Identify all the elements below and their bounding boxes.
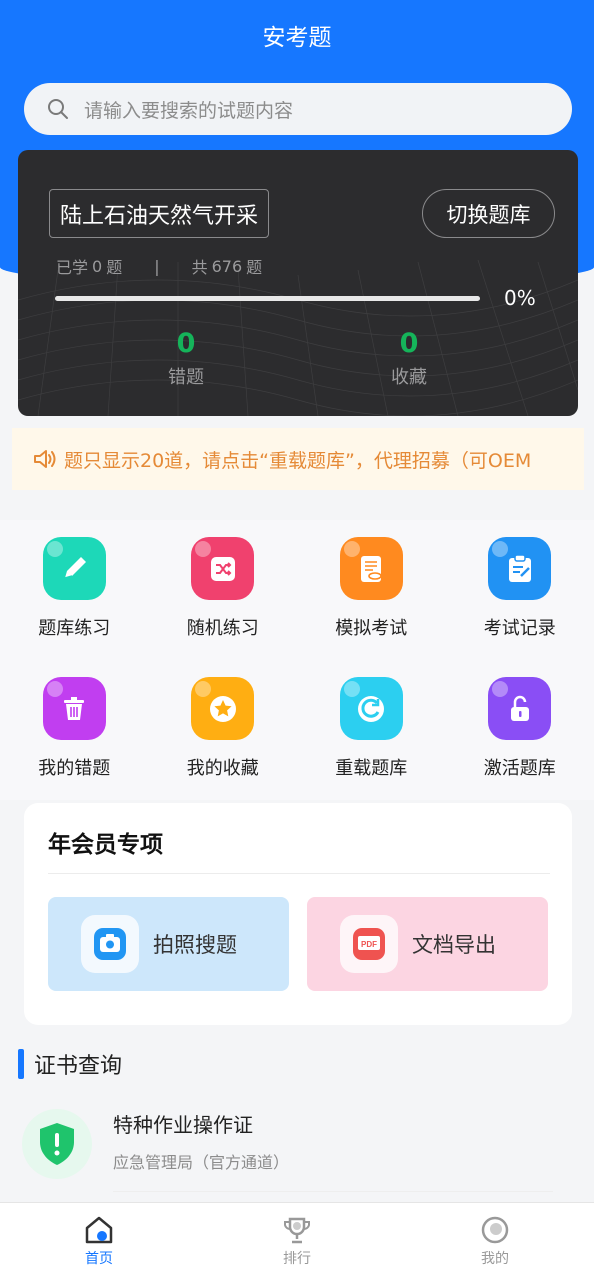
section-accent-bar bbox=[18, 1049, 24, 1079]
photo-search-label: 拍照搜题 bbox=[153, 933, 237, 957]
exam-paper-icon bbox=[339, 537, 403, 600]
current-bank-name: 陆上石油天然气开采 bbox=[49, 189, 270, 238]
total-prefix: 共 bbox=[191, 258, 208, 277]
feature-grid-row-1: 题库练习 随机练习 模拟考试 考试记录 bbox=[0, 520, 594, 660]
feature-activate-bank[interactable]: 激活题库 bbox=[446, 660, 594, 800]
app-title: 安考题 bbox=[262, 25, 332, 51]
bottom-tab-bar: 首页 排行 我的 bbox=[0, 1202, 594, 1280]
cert-item-name: 特种作业操作证 bbox=[113, 1113, 253, 1137]
feature-grid-row-2: 我的错题 我的收藏 重载题库 激活题库 bbox=[0, 660, 594, 800]
feature-label: 随机练习 bbox=[186, 618, 259, 639]
feature-label: 题库练习 bbox=[38, 618, 111, 639]
shuffle-icon bbox=[191, 537, 255, 600]
learned-prefix: 已学 bbox=[56, 258, 89, 277]
feature-reload-bank[interactable]: 重载题库 bbox=[297, 660, 446, 800]
favorites-stat[interactable]: 0 收藏 bbox=[349, 328, 469, 389]
pencil-icon bbox=[42, 537, 106, 600]
search-icon bbox=[48, 99, 68, 119]
search-placeholder: 请输入要搜索的试题内容 bbox=[84, 99, 294, 122]
divider bbox=[113, 1191, 553, 1192]
shield-icon bbox=[22, 1109, 92, 1179]
doc-export-label: 文档导出 bbox=[412, 933, 496, 957]
feature-exam-records[interactable]: 考试记录 bbox=[446, 520, 594, 660]
feature-label: 我的错题 bbox=[38, 758, 111, 779]
learned-unit: 题 bbox=[106, 258, 123, 277]
camera-icon bbox=[81, 915, 139, 973]
profile-icon bbox=[481, 1216, 509, 1244]
feature-label: 考试记录 bbox=[483, 618, 556, 639]
feature-label: 模拟考试 bbox=[335, 618, 408, 639]
stats-separator: | bbox=[154, 256, 160, 276]
progress-stats: 已学 0 题 | 共 676 题 bbox=[56, 254, 262, 278]
feature-label: 重载题库 bbox=[335, 758, 408, 779]
search-bar[interactable]: 请输入要搜索的试题内容 bbox=[24, 83, 572, 135]
notice-text: 题只显示20道，请点击“重载题库”，代理招募（可OEM bbox=[64, 449, 532, 472]
cert-item-special-operation[interactable]: 特种作业操作证 应急管理局（官方通道） bbox=[0, 1095, 594, 1195]
progress-bar bbox=[55, 296, 480, 301]
tab-rank[interactable]: 排行 bbox=[198, 1203, 396, 1280]
switch-bank-button[interactable]: 切换题库 bbox=[422, 189, 555, 238]
feature-my-mistakes[interactable]: 我的错题 bbox=[0, 660, 149, 800]
photo-search-button[interactable]: 拍照搜题 bbox=[48, 897, 289, 991]
home-icon bbox=[85, 1216, 113, 1244]
pdf-icon: PDF bbox=[340, 915, 398, 973]
tab-mine-label: 我的 bbox=[481, 1251, 509, 1267]
tab-mine[interactable]: 我的 bbox=[396, 1203, 594, 1280]
wrong-questions-stat[interactable]: 0 错题 bbox=[126, 328, 246, 389]
cert-query-title: 证书查询 bbox=[34, 1054, 123, 1079]
wrong-count: 0 bbox=[176, 328, 196, 359]
unlock-icon bbox=[488, 677, 552, 740]
clipboard-icon bbox=[488, 537, 552, 600]
member-section-title: 年会员专项 bbox=[48, 832, 163, 858]
star-icon bbox=[191, 677, 255, 740]
learned-count: 0 bbox=[92, 256, 103, 276]
trophy-icon bbox=[284, 1217, 310, 1244]
tab-home[interactable]: 首页 bbox=[0, 1203, 198, 1280]
cert-query-header: 证书查询 bbox=[18, 1048, 122, 1080]
doc-export-button[interactable]: PDF 文档导出 bbox=[307, 897, 548, 991]
progress-percent: 0% bbox=[504, 286, 536, 310]
fav-label: 收藏 bbox=[391, 367, 427, 388]
trash-icon bbox=[42, 677, 106, 740]
feature-label: 我的收藏 bbox=[186, 758, 259, 779]
total-unit: 题 bbox=[246, 258, 263, 277]
notice-bar[interactable]: 题只显示20道，请点击“重载题库”，代理招募（可OEM bbox=[12, 428, 584, 490]
divider bbox=[48, 873, 550, 874]
pdf-badge-text: PDF bbox=[361, 940, 377, 949]
feature-label: 激活题库 bbox=[483, 758, 556, 779]
feature-mock-exam[interactable]: 模拟考试 bbox=[297, 520, 446, 660]
speaker-icon bbox=[34, 450, 56, 468]
total-count: 676 bbox=[211, 256, 243, 276]
tab-home-label: 首页 bbox=[85, 1251, 113, 1267]
annual-member-section: 年会员专项 拍照搜题 PDF 文档导出 bbox=[24, 803, 572, 1025]
reload-icon bbox=[339, 677, 403, 740]
cert-item-subtitle: 应急管理局（官方通道） bbox=[113, 1153, 290, 1172]
feature-random-practice[interactable]: 随机练习 bbox=[149, 520, 298, 660]
wrong-label: 错题 bbox=[168, 367, 204, 388]
feature-bank-practice[interactable]: 题库练习 bbox=[0, 520, 149, 660]
question-bank-card: 陆上石油天然气开采 切换题库 已学 0 题 | 共 676 题 0% 0 错题 … bbox=[18, 150, 578, 416]
fav-count: 0 bbox=[399, 328, 419, 359]
feature-my-favorites[interactable]: 我的收藏 bbox=[149, 660, 298, 800]
tab-rank-label: 排行 bbox=[283, 1251, 311, 1267]
